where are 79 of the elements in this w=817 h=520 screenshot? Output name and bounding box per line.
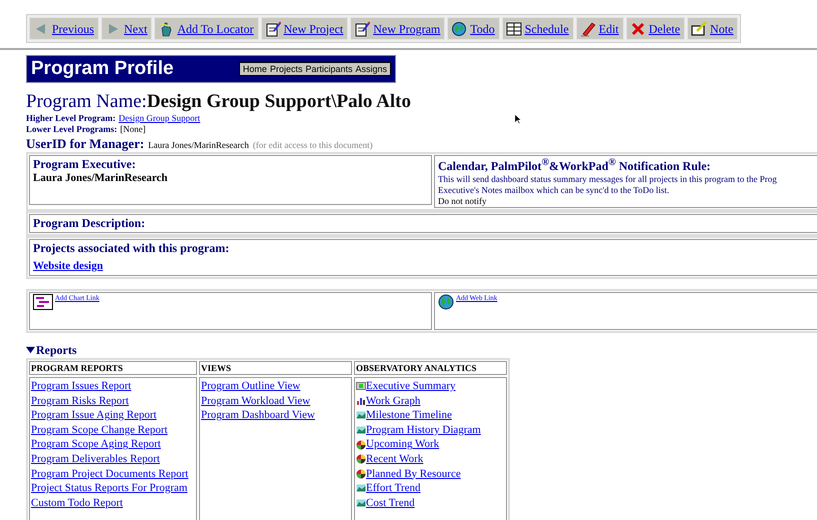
- pie-chart-icon: [356, 468, 366, 479]
- summary-icon: [356, 381, 366, 392]
- report-link[interactable]: Effort Trend: [366, 481, 420, 496]
- report-link[interactable]: Project Status Reports For Program: [31, 481, 188, 496]
- report-link[interactable]: Program Issues Report: [31, 379, 132, 394]
- field-label: Projects associated with this program:: [33, 241, 230, 256]
- report-link[interactable]: Cost Trend: [366, 496, 415, 510]
- toolbar-button[interactable]: New Project: [260, 17, 348, 40]
- table-icon: [506, 21, 522, 37]
- field-value: [None]: [120, 124, 146, 135]
- toolbar-button[interactable]: Schedule: [502, 17, 574, 40]
- pie-chart-icon: [356, 454, 366, 464]
- report-link[interactable]: Program Deliverables Report: [31, 452, 160, 467]
- report-link[interactable]: Executive Summary: [366, 379, 456, 394]
- field-label: Program Executive:: [33, 157, 137, 172]
- column-header: PROGRAM REPORTS: [29, 361, 197, 375]
- report-link[interactable]: Planned By Resource: [366, 466, 461, 482]
- report-link[interactable]: Program Workload View: [201, 394, 310, 408]
- toolbar-button[interactable]: Todo: [447, 17, 500, 40]
- bar-chart-icon: [356, 396, 366, 406]
- nav-link[interactable]: Home: [242, 64, 267, 74]
- report-link[interactable]: Program Outline View: [201, 379, 300, 394]
- area-chart-icon: [356, 425, 366, 436]
- field-label: Program Name:: [26, 91, 147, 113]
- toolbar-button[interactable]: Edit: [576, 17, 624, 40]
- report-link[interactable]: Program Risks Report: [31, 394, 129, 408]
- column-header: VIEWS: [199, 361, 352, 375]
- globe-icon: [438, 294, 454, 310]
- report-link[interactable]: Program Project Documents Report: [31, 466, 188, 482]
- program-name: Design Group Support\Palo Alto: [146, 91, 411, 113]
- section-title[interactable]: Reports: [36, 343, 77, 358]
- globe-icon: [451, 21, 468, 37]
- collapse-triangle-icon[interactable]: [26, 346, 35, 355]
- pie-chart-icon: [356, 440, 366, 450]
- area-chart-icon: [356, 483, 366, 494]
- field-value: Laura Jones/MarinResearch: [148, 140, 249, 150]
- project-link[interactable]: Website design: [33, 260, 103, 272]
- toolbar-button[interactable]: Previous: [29, 17, 99, 40]
- toolbar-button[interactable]: New Program: [350, 17, 446, 40]
- field-label: UserID for Manager:: [26, 136, 144, 152]
- report-link[interactable]: Recent Work: [366, 452, 424, 467]
- toolbar-button[interactable]: Delete: [626, 17, 686, 40]
- toolbar-button[interactable]: Next: [101, 17, 152, 40]
- report-link[interactable]: Program History Diagram: [366, 422, 481, 438]
- report-link[interactable]: Program Issue Aging Report: [31, 408, 157, 423]
- report-link[interactable]: Milestone Timeline: [366, 408, 452, 423]
- area-chart-icon: [356, 410, 366, 420]
- nav-link[interactable]: Participants: [305, 64, 352, 74]
- field-value: Laura Jones/MarinResearch: [33, 172, 169, 184]
- report-link[interactable]: Program Dashboard View: [201, 408, 316, 423]
- description-text: This will send dashboard status summary messages for all projects in this program to the Prog: [438, 174, 778, 185]
- delete-icon: [630, 21, 646, 37]
- description-text: Executive's Notes mailbox which can be sync'd to the ToDo list.: [438, 185, 670, 196]
- report-link[interactable]: Program Scope Change Report: [31, 422, 168, 438]
- page-title: Program Profile: [31, 58, 174, 80]
- field-label: Lower Level Programs:: [26, 124, 118, 135]
- field-label: Calendar, PalmPilot$^{®}$&WorkPad$^{®}$ Notification Rule:: [438, 157, 712, 174]
- report-link[interactable]: Work Graph: [366, 394, 420, 408]
- note-icon: [691, 21, 708, 37]
- report-link[interactable]: Custom Todo Report: [31, 496, 123, 510]
- field-value: Do not notify: [438, 196, 488, 206]
- gantt-chart-icon: [33, 294, 53, 310]
- report-link[interactable]: Upcoming Work: [366, 437, 440, 452]
- mouse-cursor-icon: [514, 113, 522, 125]
- hand-icon: [158, 21, 174, 37]
- field-label: Program Description:: [33, 216, 146, 231]
- nav-link[interactable]: Assigns: [355, 64, 387, 74]
- pencil-icon: [580, 21, 596, 37]
- report-link[interactable]: Program Scope Aging Report: [31, 437, 161, 452]
- area-chart-icon: [356, 498, 366, 508]
- column-header: OBSERVATORY ANALYTICS: [354, 361, 507, 375]
- field-note: (for edit access to this document): [252, 140, 373, 150]
- notepad-pencil-icon: [264, 21, 281, 37]
- program-link[interactable]: Design Group Support: [118, 113, 200, 124]
- toolbar-button[interactable]: Note: [687, 17, 738, 40]
- notepad-pencil-icon: [354, 21, 370, 37]
- toolbar-button[interactable]: Add To Locator: [154, 17, 259, 40]
- nav-link[interactable]: Projects: [270, 64, 302, 74]
- field-label: Higher Level Program:: [26, 113, 116, 124]
